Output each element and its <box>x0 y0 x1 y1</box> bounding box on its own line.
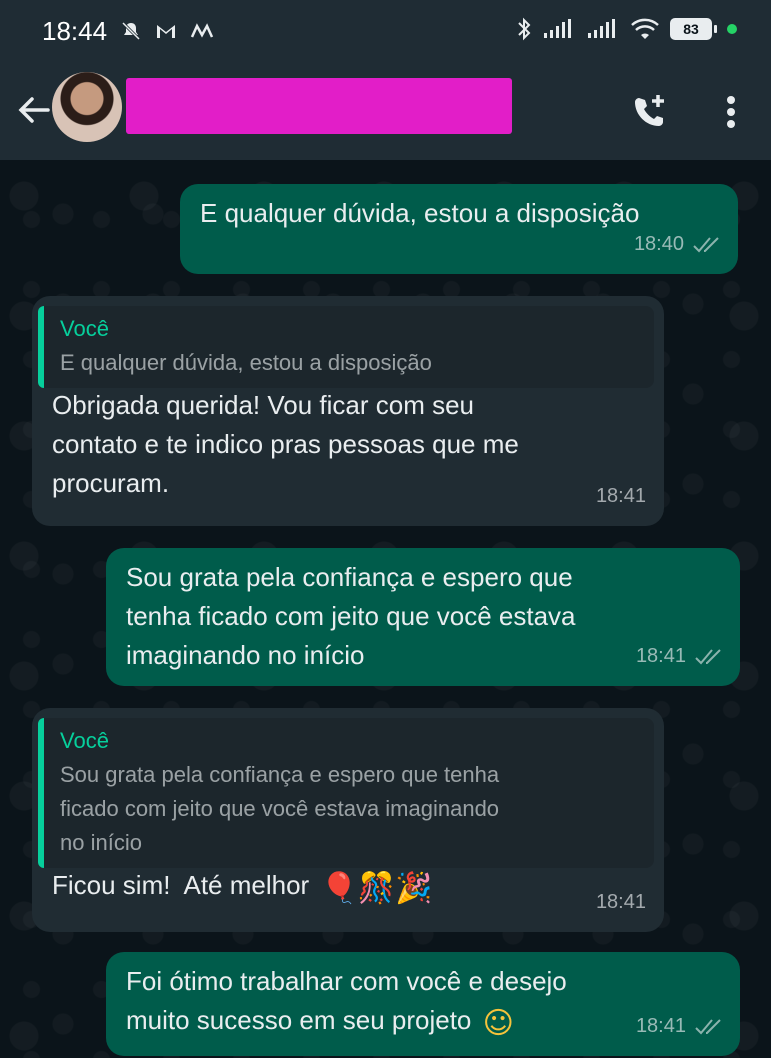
add-call-icon[interactable] <box>630 92 670 132</box>
message-meta: 18:41 <box>596 883 646 922</box>
message-bubble-outgoing[interactable]: E qualquer dúvida, estou a disposição 18… <box>180 184 738 274</box>
status-notification-icons <box>120 20 214 42</box>
quoted-reply[interactable]: Você E qualquer dúvida, estou a disposiç… <box>38 306 654 388</box>
status-time: 18:44 <box>42 16 108 46</box>
message-bubble-incoming[interactable]: Você Sou grata pela confiança e espero q… <box>32 708 664 932</box>
message-meta: 18:41 <box>636 1007 724 1046</box>
double-check-icon <box>695 648 721 664</box>
status-bar: 18:44 83 <box>0 0 771 62</box>
message-meta: 18:41 <box>596 477 646 516</box>
message-time: 18:41 <box>595 485 646 507</box>
signal-icon <box>588 19 615 38</box>
message-time: 18:41 <box>635 645 686 667</box>
battery-icon: 83 <box>670 18 712 40</box>
status-system-icons: 83 <box>516 16 737 42</box>
status-green-dot <box>727 24 737 34</box>
quote-author: Você <box>60 728 109 753</box>
double-check-icon <box>693 236 719 252</box>
quote-author: Você <box>60 316 109 341</box>
message-bubble-outgoing[interactable]: Sou grata pela confiança e espero que te… <box>106 548 740 686</box>
message-time: 18:41 <box>595 891 646 913</box>
mute-icon <box>121 21 141 41</box>
message-time: 18:40 <box>633 233 684 255</box>
message-meta: 18:41 <box>636 637 724 676</box>
quoted-reply[interactable]: Você Sou grata pela confiança e espero q… <box>38 718 654 868</box>
message-bubble-incoming[interactable]: Você E qualquer dúvida, estou a disposiç… <box>32 296 664 526</box>
message-text: Ficou sim! Até melhor <box>52 870 310 900</box>
chat-header <box>0 62 771 160</box>
bluetooth-icon <box>518 17 531 41</box>
gmail-icon <box>157 25 175 38</box>
message-text-row: Ficou sim! Até melhor 🎈🎊🎉 <box>38 866 654 908</box>
quote-text: Sou grata pela confiança e espero que te… <box>60 762 500 855</box>
more-vert-icon[interactable] <box>716 92 746 132</box>
message-text: Sou grata pela confiança e espero que te… <box>126 562 576 670</box>
battery-level: 83 <box>683 21 699 37</box>
message-time: 18:41 <box>635 1015 686 1037</box>
message-text: Obrigada querida! Vou ficar com seu cont… <box>52 390 519 498</box>
back-arrow-icon[interactable] <box>14 90 54 130</box>
double-check-icon <box>695 1018 721 1034</box>
message-meta: 18:40 <box>634 225 722 264</box>
contact-name-redacted[interactable] <box>126 78 512 134</box>
m-app-icon <box>190 23 214 38</box>
battery-tip <box>714 25 717 33</box>
message-text-block: Foi ótimo trabalhar com você e desejo mu… <box>126 962 720 1043</box>
wifi-icon <box>631 18 659 39</box>
avatar[interactable] <box>52 72 122 142</box>
smiling-emoji: ☺ <box>482 1006 514 1041</box>
balloon-confetti-party-emoji: 🎈🎊🎉 <box>320 871 433 906</box>
quote-text: E qualquer dúvida, estou a disposição <box>60 350 432 375</box>
signal-icon <box>544 19 571 38</box>
message-bubble-outgoing[interactable]: Foi ótimo trabalhar com você e desejo mu… <box>106 952 740 1056</box>
